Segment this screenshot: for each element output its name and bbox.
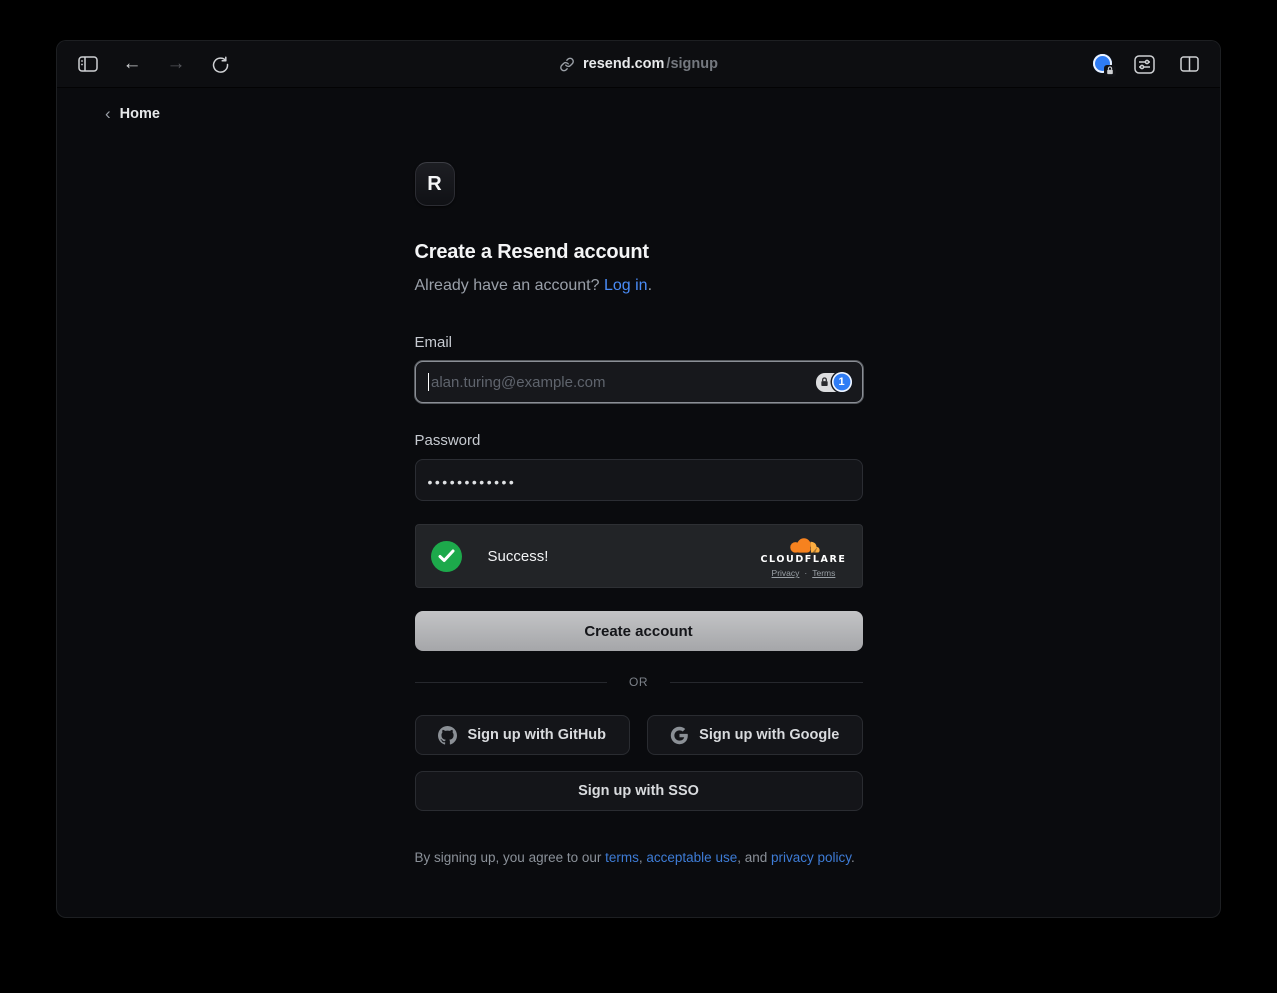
login-prompt: Already have an account? Log in. <box>415 277 863 295</box>
divider-label: OR <box>629 675 648 689</box>
text-cursor <box>428 373 430 391</box>
or-divider: OR <box>415 675 863 689</box>
divider-line-left <box>415 682 608 683</box>
turnstile-status: Success! <box>488 548 549 565</box>
google-signup-button[interactable]: Sign up with Google <box>647 715 863 755</box>
google-signup-label: Sign up with Google <box>699 727 839 743</box>
breadcrumb-home[interactable]: ‹ Home <box>57 106 1220 122</box>
toolbar-left-group: ← → <box>73 49 235 79</box>
divider-line-right <box>670 682 863 683</box>
terms-link[interactable]: terms <box>605 850 639 865</box>
password-label: Password <box>415 432 863 449</box>
cloudflare-turnstile-widget: Success! CLOUDFLARE Privacy · Terms <box>415 524 863 588</box>
link-icon <box>559 57 574 72</box>
success-check-icon <box>431 541 462 572</box>
sidebar-toggle-icon[interactable] <box>73 49 103 79</box>
password-manager-extension-icon[interactable] <box>1093 54 1114 75</box>
password-masked-value: •••••••••••• <box>428 471 517 490</box>
signup-page: ‹ Home R Create a Resend account Already… <box>57 88 1220 865</box>
cloudflare-branding: CLOUDFLARE Privacy · Terms <box>760 534 846 578</box>
split-view-icon[interactable] <box>1174 49 1204 79</box>
breadcrumb-label: Home <box>120 106 160 122</box>
legal-footer: By signing up, you agree to our terms , a… <box>415 850 863 865</box>
reload-icon[interactable] <box>205 49 235 79</box>
google-icon <box>670 726 689 745</box>
login-link[interactable]: Log in <box>604 277 648 294</box>
email-label: Email <box>415 334 863 351</box>
social-signup-row: Sign up with GitHub Sign up with Google <box>415 715 863 755</box>
lock-badge-icon <box>1104 65 1116 77</box>
github-signup-button[interactable]: Sign up with GitHub <box>415 715 631 755</box>
github-signup-label: Sign up with GitHub <box>467 727 606 743</box>
url-path: /signup <box>666 56 718 72</box>
cloudflare-terms-link[interactable]: Terms <box>812 568 835 578</box>
cloudflare-link-dot: · <box>804 568 807 578</box>
cloudflare-links: Privacy · Terms <box>772 568 836 578</box>
sso-signup-button[interactable]: Sign up with SSO <box>415 771 863 811</box>
resend-logo: R <box>415 162 455 206</box>
cloudflare-privacy-link[interactable]: Privacy <box>772 568 800 578</box>
url-domain: resend.com <box>583 56 664 72</box>
page-title: Create a Resend account <box>415 241 863 264</box>
browser-toolbar: ← → resend.com/signup <box>57 41 1220 88</box>
onepassword-autofill-button[interactable]: 1 <box>816 372 852 392</box>
cloudflare-wordmark: CLOUDFLARE <box>760 554 846 565</box>
email-placeholder: alan.turing@example.com <box>431 374 605 391</box>
forward-icon: → <box>161 49 191 79</box>
footer-text-3: , and <box>737 850 771 865</box>
password-field[interactable]: •••••••••••• <box>415 459 863 501</box>
chevron-left-icon: ‹ <box>105 105 111 122</box>
address-bar[interactable]: resend.com/signup <box>559 41 718 87</box>
create-account-button[interactable]: Create account <box>415 611 863 651</box>
footer-text-1: By signing up, you agree to our <box>415 850 606 865</box>
toolbar-right-group <box>1093 49 1204 79</box>
browser-window: ← → resend.com/signup <box>56 40 1221 918</box>
cloudflare-cloud-icon <box>784 538 822 553</box>
github-icon <box>438 726 457 745</box>
login-prompt-period: . <box>648 277 652 294</box>
login-prompt-text: Already have an account? <box>415 277 604 294</box>
acceptable-use-link[interactable]: acceptable use <box>646 850 737 865</box>
footer-text-4: . <box>851 850 855 865</box>
sso-signup-label: Sign up with SSO <box>578 783 699 799</box>
privacy-policy-link[interactable]: privacy policy <box>771 850 851 865</box>
signup-form-column: R Create a Resend account Already have a… <box>415 162 863 865</box>
page-settings-icon[interactable] <box>1129 49 1159 79</box>
back-icon[interactable]: ← <box>117 49 147 79</box>
email-field[interactable]: alan.turing@example.com 1 <box>415 361 863 403</box>
onepassword-icon: 1 <box>832 372 852 392</box>
